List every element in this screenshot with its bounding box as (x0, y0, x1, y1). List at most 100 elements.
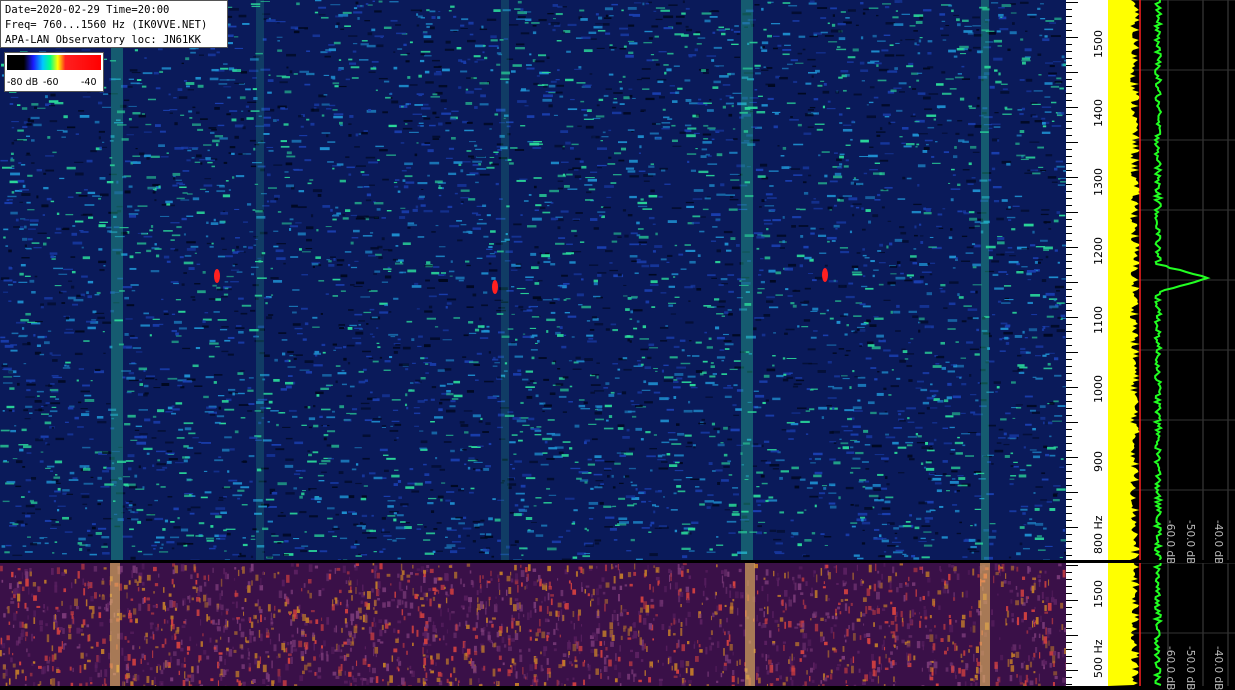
axis-tick (1066, 289, 1072, 290)
axis-tick (1066, 296, 1072, 297)
axis-tick (1066, 670, 1078, 671)
axis-tick (1066, 478, 1072, 479)
axis-tick (1066, 310, 1072, 311)
axis-tick (1066, 128, 1072, 129)
lower-waterfall-canvas (0, 563, 1066, 686)
axis-label: 1400 (1092, 99, 1105, 127)
axis-tick (1066, 345, 1072, 346)
axis-tick (1066, 275, 1072, 276)
axis-tick (1066, 317, 1078, 318)
axis-tick (1066, 565, 1078, 566)
axis-tick (1066, 548, 1072, 549)
db-label: -40.0 dB (1212, 646, 1224, 690)
axis-tick (1066, 184, 1072, 185)
signal-trace (214, 269, 220, 283)
info-date-time: Date=2020-02-29 Time=20:00 (5, 3, 223, 18)
spectrum-panel-main: -60.0 dB-50.0 dB-40.0 dB (1108, 0, 1235, 560)
axis-tick (1066, 114, 1072, 115)
db-label: -50.0 dB (1184, 520, 1196, 564)
axis-tick (1066, 366, 1072, 367)
axis-tick (1066, 72, 1078, 73)
axis-tick (1066, 614, 1072, 615)
axis-tick (1066, 635, 1078, 636)
vertical-band (256, 0, 264, 560)
db-label: -40.0 dB (1212, 520, 1224, 564)
axis-tick (1066, 219, 1072, 220)
vertical-band (111, 0, 123, 560)
axis-tick (1066, 212, 1078, 213)
axis-tick (1066, 429, 1072, 430)
axis-tick (1066, 649, 1072, 650)
axis-tick (1066, 684, 1072, 685)
axis-label: 1100 (1092, 306, 1105, 334)
main-waterfall[interactable] (0, 0, 1066, 560)
axis-tick (1066, 79, 1072, 80)
db-label: -60.0 dB (1164, 520, 1176, 564)
axis-tick (1066, 380, 1072, 381)
axis-tick (1066, 233, 1072, 234)
color-scale-bar (7, 55, 101, 70)
axis-tick (1066, 464, 1072, 465)
axis-tick (1066, 30, 1072, 31)
axis-tick (1066, 163, 1072, 164)
axis-tick (1066, 51, 1072, 52)
axis-label: 1500 (1092, 580, 1105, 608)
axis-tick (1066, 513, 1072, 514)
axis-tick (1066, 485, 1072, 486)
axis-tick (1066, 324, 1072, 325)
scale-label-min: -80 dB (7, 77, 38, 88)
axis-tick (1066, 338, 1072, 339)
axis-tick (1066, 107, 1078, 108)
lower-waterfall[interactable] (0, 563, 1066, 686)
axis-tick (1066, 177, 1078, 178)
axis-tick (1066, 93, 1072, 94)
axis-tick (1066, 303, 1072, 304)
axis-tick (1066, 555, 1072, 556)
axis-tick (1066, 534, 1072, 535)
axis-tick (1066, 254, 1072, 255)
axis-label: 1200 (1092, 237, 1105, 265)
axis-tick (1066, 205, 1072, 206)
vertical-band (980, 563, 990, 686)
info-observatory: APA-LAN Observatory loc: JN61KK (5, 33, 223, 48)
scale-label-mid: -60 (43, 77, 59, 88)
axis-tick (1066, 86, 1072, 87)
axis-tick (1066, 135, 1072, 136)
axis-tick (1066, 142, 1078, 143)
axis-tick (1066, 191, 1072, 192)
main-waterfall-canvas (0, 0, 1066, 560)
axis-tick (1066, 443, 1072, 444)
axis-tick (1066, 387, 1078, 388)
axis-tick (1066, 457, 1078, 458)
axis-tick (1066, 506, 1072, 507)
axis-tick (1066, 415, 1072, 416)
axis-tick (1066, 621, 1072, 622)
axis-tick (1066, 331, 1072, 332)
axis-tick (1066, 100, 1072, 101)
axis-label: 1000 (1092, 375, 1105, 403)
axis-tick (1066, 607, 1072, 608)
axis-tick (1066, 656, 1072, 657)
axis-tick (1066, 9, 1072, 10)
info-frequency: Freq= 760...1560 Hz (IK0VVE.NET) (5, 18, 223, 33)
frequency-axis-lower: 1500 500 Hz (1066, 563, 1108, 686)
vertical-band (501, 0, 509, 560)
axis-tick (1066, 156, 1072, 157)
axis-tick (1066, 600, 1078, 601)
axis-label: 500 Hz (1092, 639, 1105, 678)
axis-tick (1066, 261, 1072, 262)
spectrum-panel-lower: -60.0 dB-50.0 dB-40.0 dB (1108, 563, 1235, 686)
axis-tick (1066, 586, 1072, 587)
axis-tick (1066, 247, 1078, 248)
signal-trace (822, 268, 828, 282)
axis-tick (1066, 352, 1078, 353)
axis-tick (1066, 121, 1072, 122)
axis-tick (1066, 401, 1072, 402)
axis-tick (1066, 471, 1072, 472)
axis-tick (1066, 663, 1072, 664)
axis-tick (1066, 226, 1072, 227)
vertical-band (745, 563, 755, 686)
axis-tick (1066, 520, 1072, 521)
db-label: -50.0 dB (1184, 646, 1196, 690)
axis-tick (1066, 240, 1072, 241)
